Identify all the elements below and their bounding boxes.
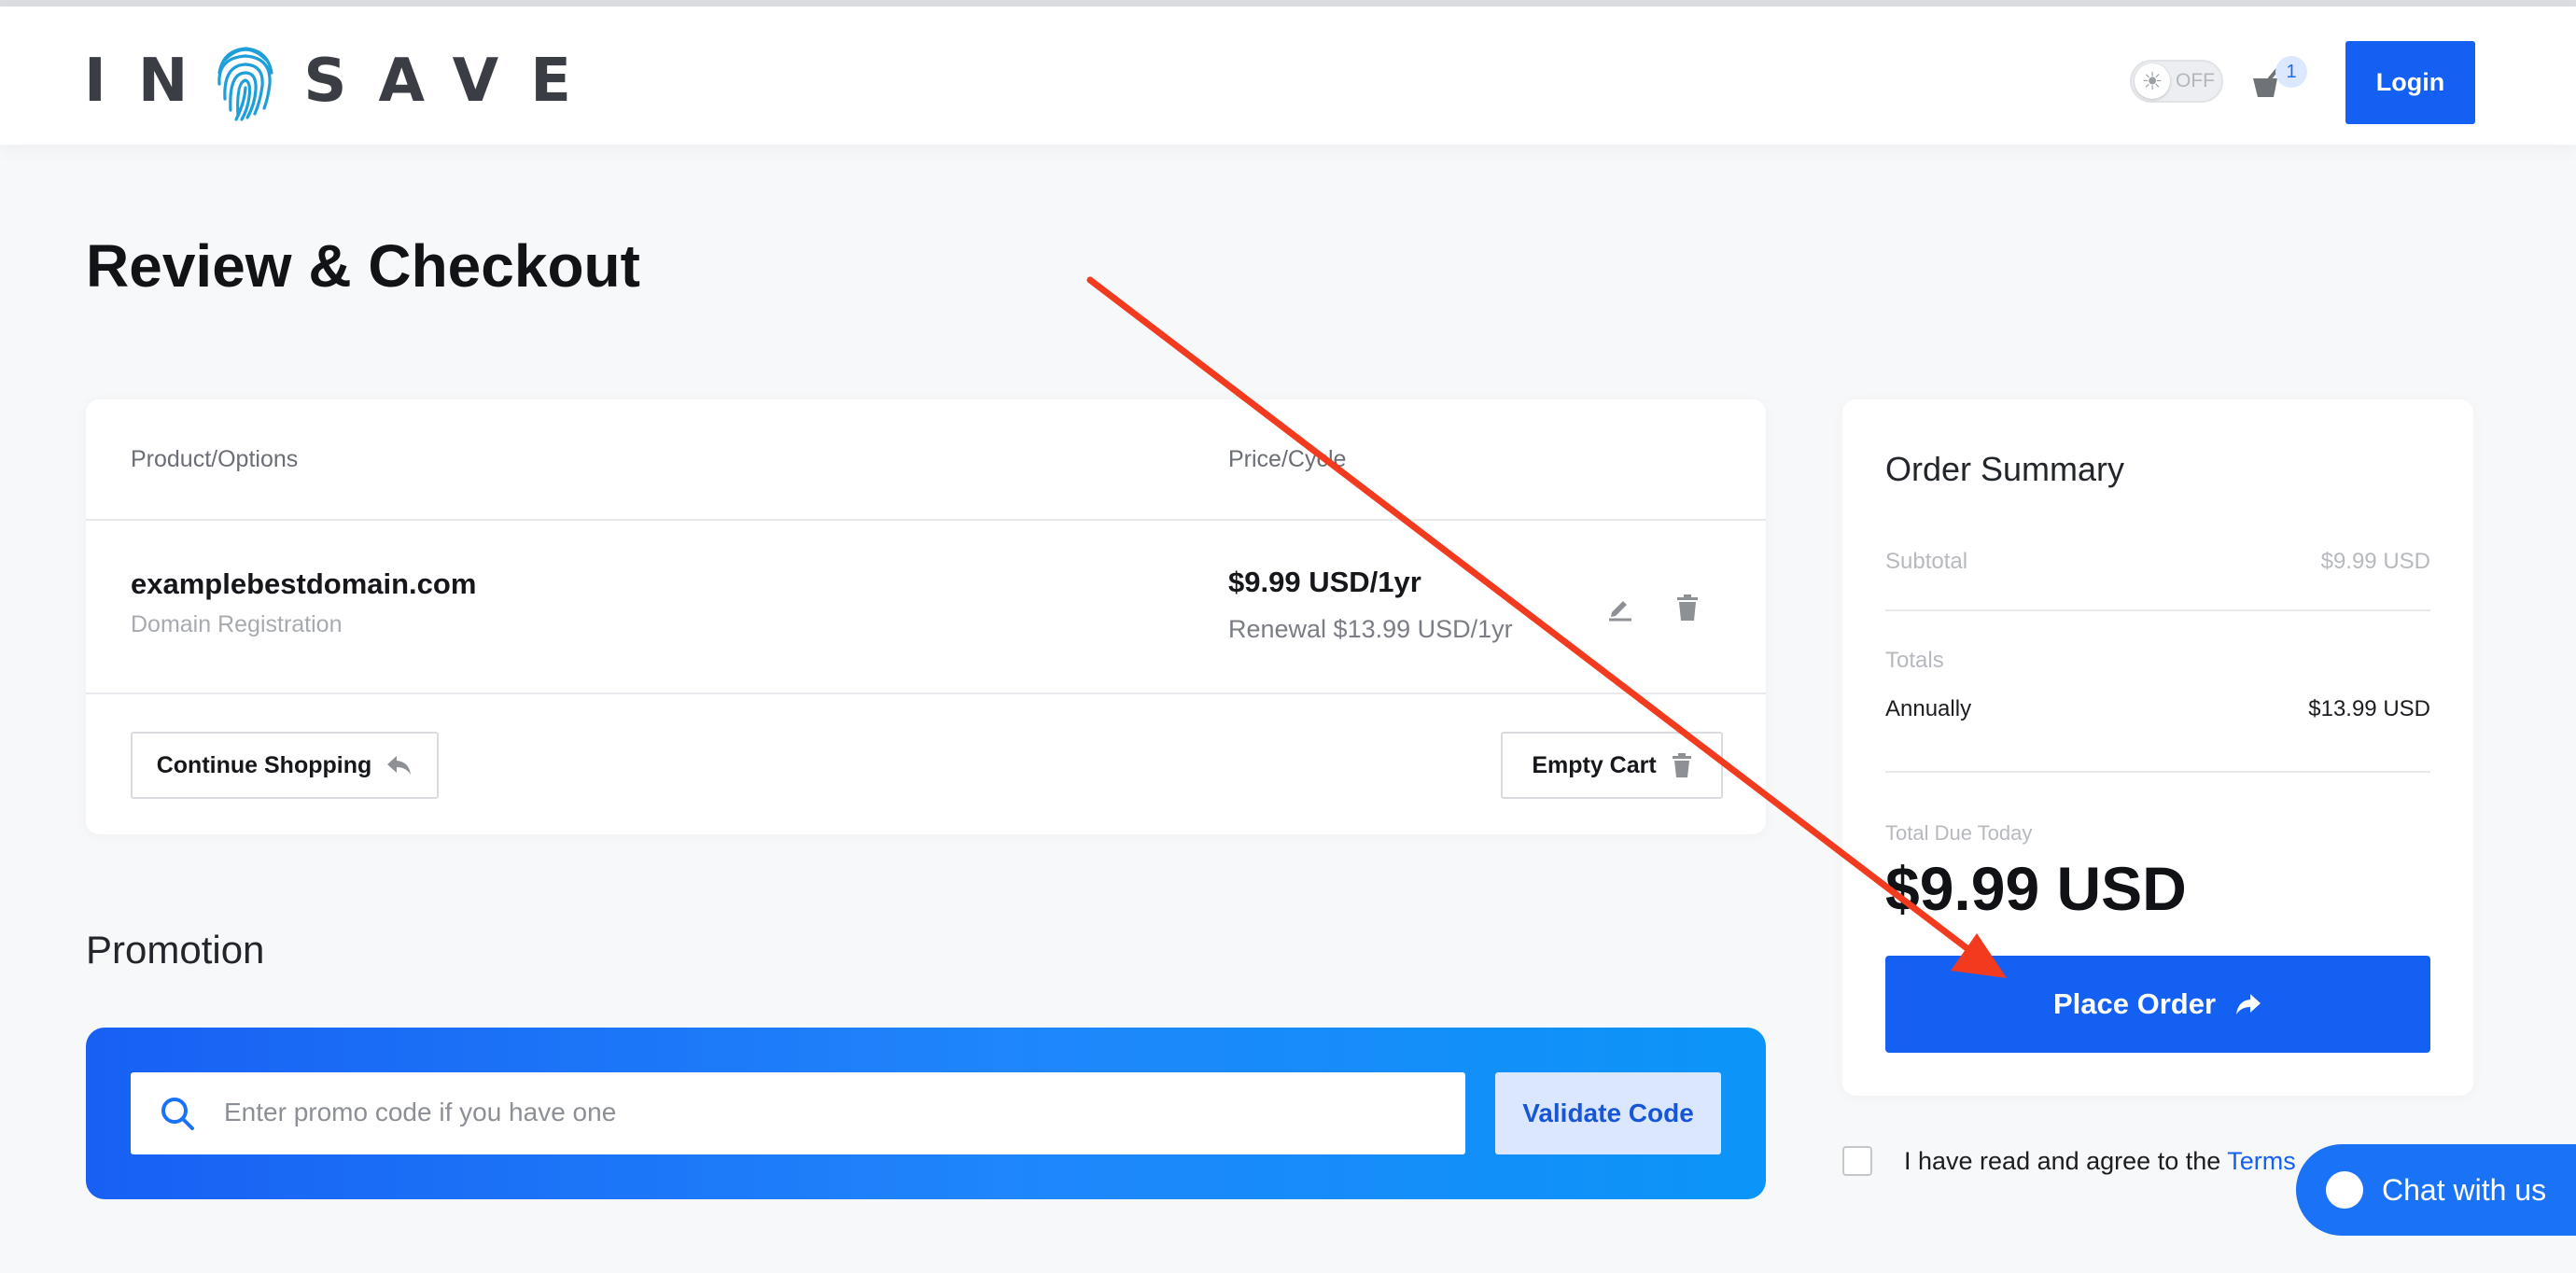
login-button[interactable]: Login	[2345, 41, 2475, 124]
divider	[1885, 771, 2430, 773]
annually-label: Annually	[1885, 696, 1972, 721]
promo-code-input[interactable]: Enter promo code if you have one	[131, 1072, 1465, 1154]
column-header-price: Price/Cycle	[1228, 446, 1347, 472]
item-name: examplebestdomain.com	[131, 567, 477, 600]
cart-button[interactable]: 1	[2249, 56, 2307, 105]
divider	[86, 519, 1766, 521]
order-summary-title: Order Summary	[1885, 450, 2125, 488]
continue-shopping-label: Continue Shopping	[156, 751, 372, 778]
logo-text-left: IN	[84, 47, 220, 116]
chat-label: Chat with us	[2382, 1172, 2547, 1207]
place-order-button[interactable]: Place Order	[1885, 956, 2430, 1053]
total-due-amount: $9.99 USD	[1885, 854, 2187, 923]
terms-agreement: I have read and agree to the Terms	[1842, 1146, 2296, 1176]
subtotal-row: Subtotal $9.99 USD	[1885, 549, 2430, 575]
search-icon	[161, 1098, 194, 1130]
item-renewal: Renewal $13.99 USD/1yr	[1228, 615, 1513, 643]
terms-text-label: I have read and agree to the	[1904, 1146, 2228, 1175]
theme-toggle-label: OFF	[2176, 70, 2215, 91]
totals-row: Totals	[1885, 648, 2430, 674]
subtotal-label: Subtotal	[1885, 549, 1968, 574]
divider	[86, 692, 1766, 694]
divider	[1885, 609, 2430, 611]
empty-cart-label: Empty Cart	[1532, 751, 1657, 778]
item-price: $9.99 USD/1yr	[1228, 566, 1421, 598]
edit-icon[interactable]	[1602, 589, 1639, 626]
sun-icon: ☀	[2135, 63, 2170, 99]
reply-icon	[387, 756, 412, 775]
page-title: Review & Checkout	[86, 232, 640, 300]
chat-widget-button[interactable]: Chat with us	[2296, 1144, 2576, 1236]
terms-link[interactable]: Terms	[2227, 1147, 2296, 1175]
subtotal-value: $9.99 USD	[2320, 549, 2430, 574]
delete-icon[interactable]	[1669, 589, 1706, 626]
promotion-panel: Enter promo code if you have one Validat…	[86, 1028, 1766, 1199]
totals-label: Totals	[1885, 648, 1944, 673]
terms-checkbox[interactable]	[1842, 1146, 1872, 1176]
annually-value: $13.99 USD	[2308, 696, 2430, 721]
column-header-product: Product/Options	[131, 446, 299, 472]
total-due-label: Total Due Today	[1885, 821, 2033, 845]
logo[interactable]: IN SAVE	[84, 35, 603, 128]
site-header: IN SAVE ☀ OFF 1 Login	[0, 7, 2576, 145]
terms-text: I have read and agree to the Terms	[1904, 1147, 2296, 1176]
top-border	[0, 0, 2576, 7]
share-arrow-icon	[2236, 994, 2261, 1014]
fingerprint-icon	[217, 47, 273, 121]
logo-text-right: SAVE	[303, 47, 603, 116]
cart-count-badge: 1	[2275, 56, 2307, 88]
item-type: Domain Registration	[131, 611, 343, 637]
theme-toggle[interactable]: ☀ OFF	[2130, 60, 2223, 103]
promo-code-placeholder: Enter promo code if you have one	[224, 1098, 617, 1126]
empty-cart-button[interactable]: Empty Cart	[1501, 732, 1723, 799]
cart-card: Product/Options Price/Cycle examplebestd…	[86, 399, 1766, 834]
continue-shopping-button[interactable]: Continue Shopping	[131, 732, 439, 799]
validate-code-button[interactable]: Validate Code	[1495, 1072, 1721, 1154]
promotion-title: Promotion	[86, 928, 265, 972]
place-order-label: Place Order	[2052, 987, 2217, 1020]
order-summary-card: Order Summary Subtotal $9.99 USD Totals …	[1842, 399, 2473, 1096]
trash-icon	[1672, 753, 1691, 777]
annually-row: Annually $13.99 USD	[1885, 696, 2430, 722]
chat-bubble-icon	[2326, 1171, 2363, 1209]
